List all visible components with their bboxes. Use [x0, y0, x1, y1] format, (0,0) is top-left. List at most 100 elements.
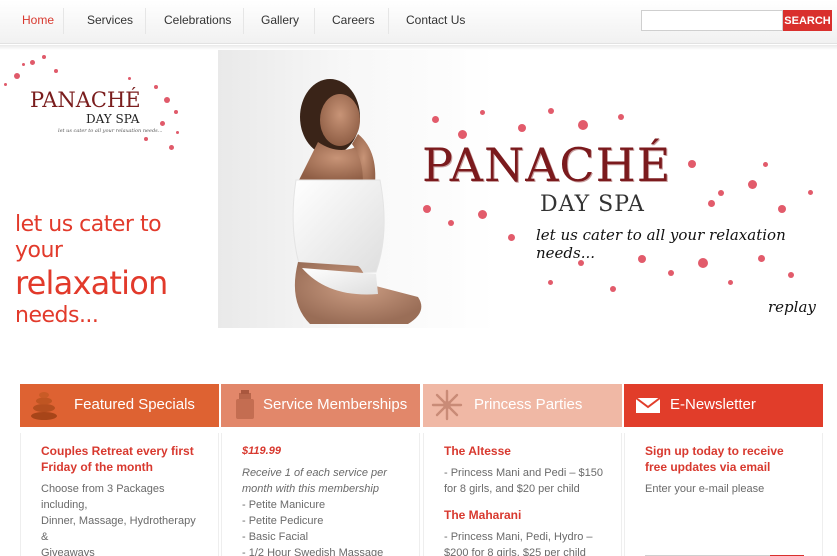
hero-tagline: let us cater to all your relaxation need… [536, 226, 786, 262]
logo-dot [164, 97, 170, 103]
decor-dot [708, 200, 715, 207]
nav-services[interactable]: Services [87, 13, 133, 27]
search-button[interactable]: SEARCH [783, 10, 832, 31]
membership-item: - 1/2 Hour Swedish Massage [242, 547, 384, 556]
decor-dot [508, 234, 515, 241]
tagline: let us cater to your relaxation needs... [15, 212, 215, 330]
newsletter-heading: Sign up today to receive free updates vi… [645, 444, 784, 474]
card-title: E-Newsletter [670, 396, 756, 413]
card-text: Receive 1 of each service per month with… [242, 467, 387, 495]
nav-divider [388, 8, 389, 34]
replay-link[interactable]: replay [768, 298, 816, 316]
logo-dot [174, 110, 178, 114]
decor-dot [808, 190, 813, 195]
logo-dot [14, 73, 20, 79]
card-header[interactable]: Princess Parties [423, 384, 622, 427]
card-text: Choose from 3 Packages including, [41, 483, 165, 511]
party-text: - Princess Mani and Pedi – $150 for 8 gi… [444, 467, 603, 495]
nav-contact-us[interactable]: Contact Us [406, 13, 465, 27]
nav-home[interactable]: Home [22, 13, 54, 27]
tagline-line: your [15, 238, 63, 263]
logo-dot [144, 137, 148, 141]
decor-dot [423, 205, 431, 213]
star-burst-icon [431, 389, 463, 421]
membership-item: - Petite Manicure [242, 499, 326, 511]
hero-banner[interactable]: PANACHÉ DAY SPA let us cater to all your… [218, 50, 837, 328]
decor-dot [778, 205, 786, 213]
logo-dot [128, 77, 131, 80]
decor-dot [748, 180, 757, 189]
card-header[interactable]: Featured Specials [20, 384, 219, 427]
decor-dot [578, 120, 588, 130]
decor-dot [548, 280, 553, 285]
card-body: Couples Retreat every first Friday of th… [20, 433, 219, 556]
tagline-line: needs... [15, 303, 99, 328]
party-heading[interactable]: The Altesse [444, 443, 607, 459]
logo-dot [169, 145, 174, 150]
party-heading[interactable]: The Maharani [444, 507, 607, 523]
card-title: Featured Specials [74, 396, 195, 413]
hero-brand: PANACHÉ [422, 138, 672, 192]
card-header[interactable]: E-Newsletter [624, 384, 823, 427]
nav-divider [145, 8, 146, 34]
party-text: - Princess Mani, Pedi, Hydro – $200 for … [444, 531, 593, 556]
logo[interactable]: PANACHÉ DAY SPA let us cater to all your… [4, 55, 190, 155]
card-e-newsletter: E-Newsletter Sign up today to receive fr… [624, 384, 823, 556]
card-header[interactable]: Service Memberships [221, 384, 420, 427]
card-heading[interactable]: Couples Retreat every first Friday of th… [41, 443, 204, 475]
decor-dot [788, 272, 794, 278]
envelope-icon [635, 397, 661, 413]
membership-item: - Basic Facial [242, 531, 309, 543]
logo-sub: DAY SPA [86, 112, 140, 126]
logo-dot [160, 121, 165, 126]
nav-careers[interactable]: Careers [332, 13, 375, 27]
membership-price: $119.99 [242, 445, 281, 457]
membership-item: - Petite Pedicure [242, 515, 324, 527]
card-title: Princess Parties [474, 396, 583, 413]
card-princess-parties: Princess Parties The Altesse - Princess … [423, 384, 622, 556]
logo-dot [154, 85, 158, 89]
logo-dot [30, 60, 35, 65]
logo-name: PANACHÉ [30, 88, 141, 112]
decor-dot [668, 270, 674, 276]
nav-divider [314, 8, 315, 34]
card-body: $119.99 Receive 1 of each service per mo… [221, 433, 420, 556]
card-featured-specials: Featured Specials Couples Retreat every … [20, 384, 219, 556]
nav-gallery[interactable]: Gallery [261, 13, 299, 27]
decor-dot [548, 108, 554, 114]
newsletter-label: Enter your e-mail please [645, 483, 765, 495]
logo-dot [176, 131, 179, 134]
decor-dot [448, 220, 454, 226]
card-text: Dinner, Massage, Hydrotherapy & [41, 515, 196, 543]
nav-celebrations[interactable]: Celebrations [164, 13, 231, 27]
decor-dot [610, 286, 616, 292]
nav-divider [63, 8, 64, 34]
decor-dot [728, 280, 733, 285]
card-body: The Altesse - Princess Mani and Pedi – $… [423, 433, 622, 556]
tagline-line: relaxation [15, 264, 168, 302]
decor-dot [688, 160, 696, 168]
card-title: Service Memberships [263, 396, 408, 413]
decor-dot [718, 190, 724, 196]
lotion-bottle-icon [236, 390, 254, 419]
decor-dot [763, 162, 768, 167]
nav-divider [243, 8, 244, 34]
stones-icon [31, 392, 57, 420]
card-text: Giveaways [41, 547, 95, 556]
decor-dot [432, 116, 439, 123]
card-service-memberships: Service Memberships $119.99 Receive 1 of… [221, 384, 420, 556]
decor-dot [518, 124, 526, 132]
tagline-line: let us cater to [15, 212, 162, 237]
hero-sub: DAY SPA [540, 192, 645, 217]
logo-dot [4, 83, 7, 86]
search-input[interactable] [641, 10, 783, 31]
logo-tagline: let us cater to all your relaxation need… [58, 128, 163, 134]
logo-dot [54, 69, 58, 73]
spa-woman-figure [292, 79, 422, 324]
decor-dot [618, 114, 624, 120]
decor-dot [478, 210, 487, 219]
decor-dot [480, 110, 485, 115]
top-nav: Home Services Celebrations Gallery Caree… [0, 0, 837, 44]
card-body: Sign up today to receive free updates vi… [624, 433, 823, 556]
logo-dot [22, 63, 25, 66]
